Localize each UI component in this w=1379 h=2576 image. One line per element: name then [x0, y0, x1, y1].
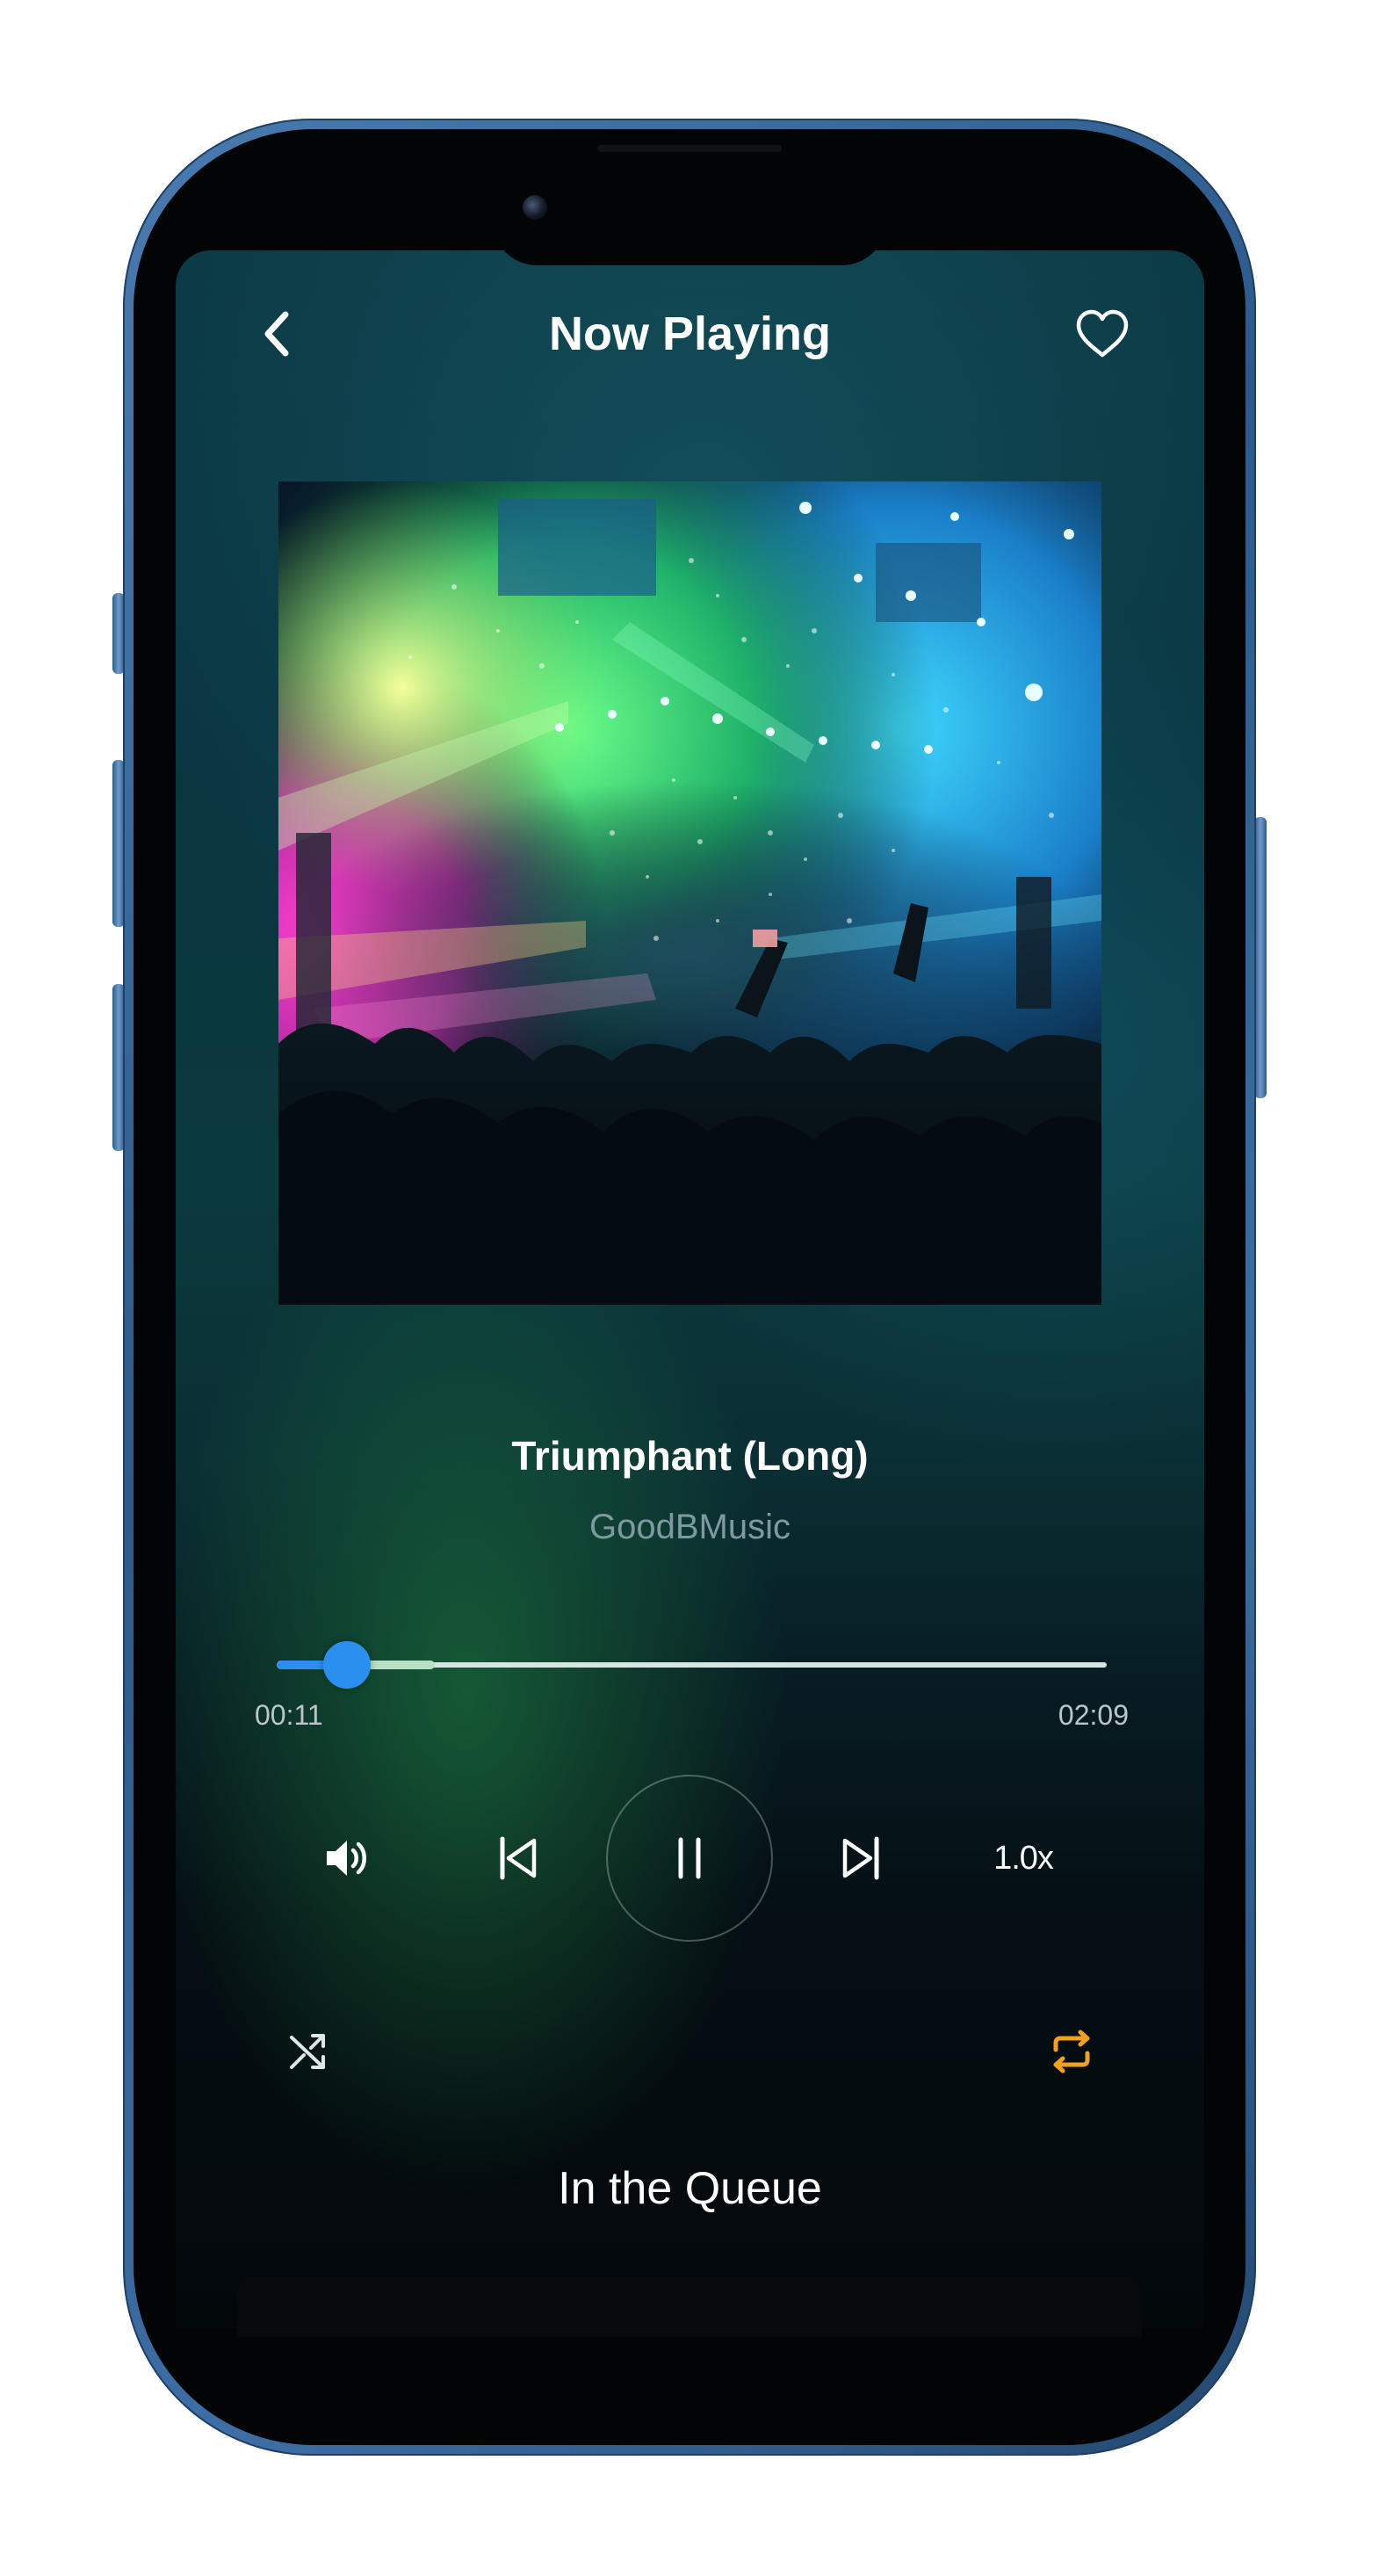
- elapsed-time: 00:11: [255, 1699, 323, 1731]
- volume-icon: [327, 1841, 366, 1876]
- repeat-icon: [1053, 2030, 1090, 2073]
- heart-outline-icon: [1076, 309, 1129, 358]
- track-title: Triumphant (Long): [511, 1433, 869, 1479]
- app-screen: Now Playing Triumphant (Long) GoodBMusic…: [176, 250, 1204, 2328]
- header: Now Playing: [176, 250, 1204, 409]
- earpiece-speaker: [597, 145, 782, 152]
- device-mockup: Now Playing Triumphant (Long) GoodBMusic…: [0, 0, 1379, 2576]
- track-artist[interactable]: GoodBMusic: [176, 1502, 1204, 1552]
- pause-icon: [678, 1837, 701, 1879]
- skip-next-icon: [842, 1836, 879, 1880]
- page-title: Now Playing: [548, 308, 832, 360]
- queue-heading: In the Queue: [558, 2163, 822, 2214]
- total-time: 02:09: [1058, 1699, 1129, 1731]
- next-button[interactable]: [826, 1823, 896, 1893]
- previous-button[interactable]: [483, 1823, 553, 1893]
- album-artwork: [278, 481, 1101, 1305]
- bottom-panel: [237, 2276, 1142, 2337]
- progress-thumb[interactable]: [323, 1641, 372, 1689]
- volume-button[interactable]: [312, 1823, 382, 1893]
- shuffle-button[interactable]: [272, 2016, 343, 2087]
- play-pause-button[interactable]: [606, 1775, 773, 1942]
- power-button: [1254, 817, 1267, 1098]
- repeat-button[interactable]: [1036, 2016, 1107, 2087]
- front-camera: [523, 195, 547, 220]
- shuffle-icon: [290, 2034, 325, 2069]
- skip-previous-icon: [500, 1836, 537, 1880]
- favorite-button[interactable]: [1067, 299, 1137, 369]
- playback-speed-button[interactable]: 1.0x: [971, 1823, 1076, 1893]
- progress-slider[interactable]: [277, 1639, 1107, 1691]
